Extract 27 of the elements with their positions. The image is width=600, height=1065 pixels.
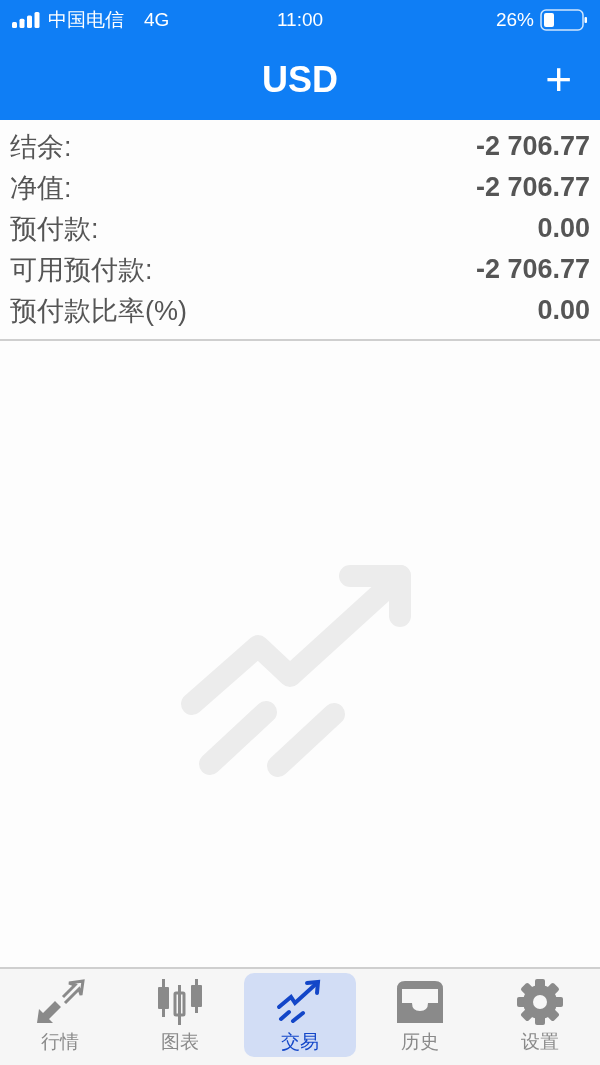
tab-bar-item[interactable]: 图表 [124, 973, 236, 1057]
tab-bar-item[interactable]: 交易 [244, 973, 356, 1057]
clock-time: 11:00 [276, 9, 324, 31]
add-button[interactable]: + [545, 56, 572, 102]
summary-value: -2 706.77 [475, 131, 590, 162]
diagonal-arrows-icon [35, 979, 85, 1025]
summary-label: 预付款比率(%) [10, 294, 187, 328]
summary-label: 可用预付款: [10, 253, 153, 287]
summary-label: 结余: [10, 130, 72, 164]
summary-value: 0.00 [537, 295, 590, 326]
summary-value: 0.00 [537, 213, 590, 244]
signal-icon [12, 12, 42, 28]
candlestick-icon [155, 979, 205, 1025]
summary-label: 预付款: [10, 212, 99, 246]
battery-percent: 26% [495, 9, 534, 31]
summary-value: -2 706.77 [475, 172, 590, 203]
tab-bar-item[interactable]: 历史 [364, 973, 476, 1057]
network-type: 4G [144, 9, 170, 31]
tab-bar-item[interactable]: 行情 [4, 973, 116, 1057]
carrier-name: 中国电信 [48, 8, 124, 32]
inbox-tray-icon [395, 979, 445, 1025]
battery-icon [540, 9, 588, 31]
summary-value: -2 706.77 [475, 254, 590, 285]
settings-icon [515, 979, 565, 1025]
page-title: USD [262, 59, 338, 101]
summary-label: 净值: [10, 171, 72, 205]
tab-bar-item[interactable]: 设置 [484, 973, 596, 1057]
